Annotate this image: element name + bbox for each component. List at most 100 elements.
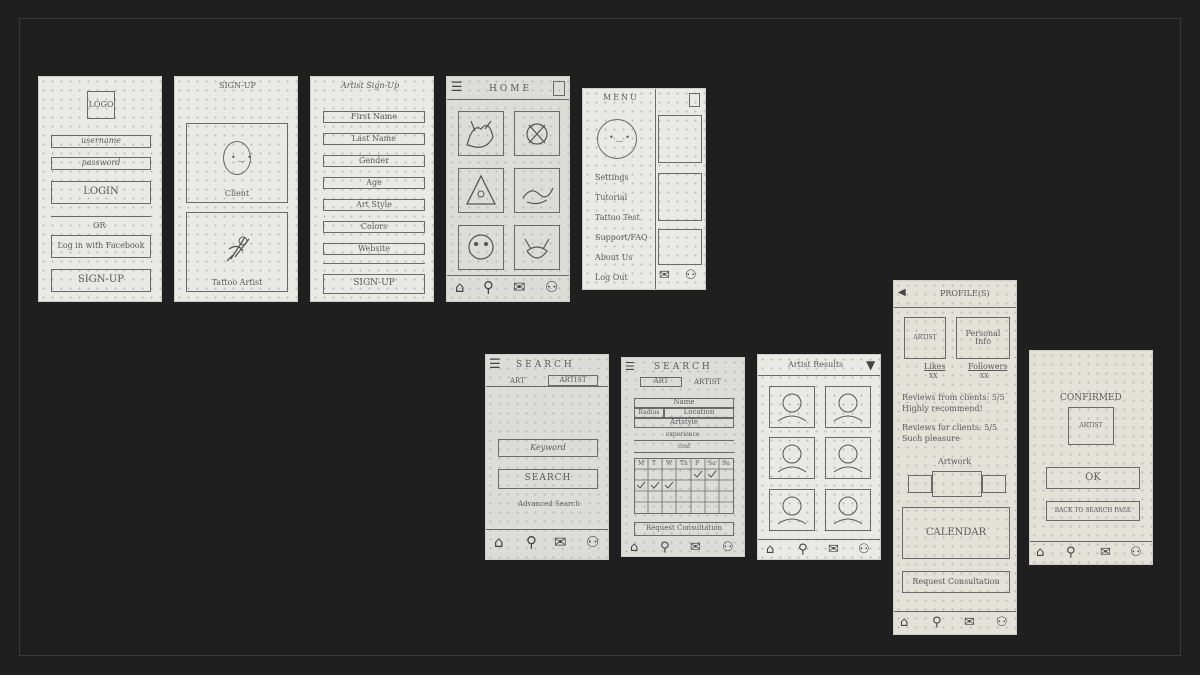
followers-label[interactable]: Followers xyxy=(968,362,1007,371)
mail-icon[interactable]: ✉ xyxy=(828,543,839,556)
artwork-carousel[interactable] xyxy=(932,471,982,497)
day-su: Su xyxy=(722,460,730,467)
menu-screen: MENU • ‿ • Settings Tutorial Tattoo Test… xyxy=(582,88,706,290)
back-to-search-button[interactable]: BACK TO SEARCH PAGE xyxy=(1046,501,1140,521)
tab-artist[interactable]: ARTIST xyxy=(694,378,721,386)
advanced-search-link[interactable]: Advanced Search xyxy=(518,500,580,508)
mail-icon[interactable]: ✉ xyxy=(690,541,701,554)
request-consultation-button[interactable]: Request Consultation xyxy=(634,522,734,536)
signup-submit-button[interactable]: SIGN-UP xyxy=(323,274,425,294)
gender-field[interactable]: Gender xyxy=(323,155,425,167)
mail-icon[interactable]: ✉ xyxy=(964,616,975,629)
art-tile[interactable] xyxy=(514,111,560,156)
name-field[interactable]: Name xyxy=(634,398,734,408)
home-icon[interactable]: ⌂ xyxy=(494,535,504,550)
art-tile[interactable] xyxy=(458,225,504,270)
likes-count: XX xyxy=(929,373,938,380)
artist-card[interactable] xyxy=(825,489,871,531)
likes-label[interactable]: Likes xyxy=(924,362,946,371)
art-tile[interactable] xyxy=(658,115,702,163)
website-field[interactable]: Website xyxy=(323,243,425,255)
profile-icon[interactable]: ⚇ xyxy=(996,616,1008,629)
menu-item-settings[interactable]: Settings xyxy=(595,173,629,182)
menu-icon[interactable]: ☰ xyxy=(451,81,463,94)
menu-item-tattoo-test[interactable]: Tattoo Test xyxy=(595,213,640,222)
facebook-login-button[interactable]: Log in with Facebook xyxy=(51,235,151,258)
mail-icon[interactable]: ✉ xyxy=(554,535,567,550)
signup-button[interactable]: SIGN-UP xyxy=(51,269,151,292)
profile-icon[interactable]: ⚇ xyxy=(858,543,870,556)
tab-artist[interactable]: ARTIST xyxy=(548,375,598,386)
home-icon[interactable]: ⌂ xyxy=(1036,546,1044,559)
home-icon[interactable]: ⌂ xyxy=(766,543,774,556)
menu-item-tutorial[interactable]: Tutorial xyxy=(595,193,627,202)
profile-icon[interactable]: ⚇ xyxy=(586,535,599,550)
art-style-field[interactable]: Art Style xyxy=(323,199,425,211)
last-name-field[interactable]: Last Name xyxy=(323,133,425,145)
artist-avatar[interactable]: ARTIST xyxy=(904,317,946,359)
filter-icon[interactable]: ▼ xyxy=(866,359,875,371)
cost-slider[interactable] xyxy=(634,452,734,453)
artstyle-field[interactable]: Artstyle xyxy=(634,418,734,428)
notebook-icon[interactable] xyxy=(689,93,700,107)
profile-icon[interactable]: ⚇ xyxy=(722,541,734,554)
mail-icon[interactable]: ✉ xyxy=(1100,546,1111,559)
menu-icon[interactable]: ☰ xyxy=(625,361,635,372)
artist-card[interactable] xyxy=(769,489,815,531)
home-screen: ☰ HOME ⌂ ⚲ ✉ ⚇ xyxy=(446,76,570,302)
art-tile[interactable] xyxy=(458,111,504,156)
keyword-input[interactable]: Keyword xyxy=(498,439,598,457)
art-tile[interactable] xyxy=(458,168,504,213)
art-tile[interactable] xyxy=(658,173,702,221)
request-consultation-button[interactable]: Request Consultation xyxy=(902,571,1010,593)
profile-icon[interactable]: ⚇ xyxy=(685,269,697,282)
profile-icon[interactable]: ⚇ xyxy=(1130,546,1142,559)
artist-card[interactable] xyxy=(769,386,815,428)
mail-icon[interactable]: ✉ xyxy=(513,280,526,295)
menu-item-support[interactable]: Support/FAQ xyxy=(595,233,648,242)
back-arrow-icon[interactable]: ◀ xyxy=(898,288,906,298)
artist-card[interactable] xyxy=(825,437,871,479)
day-t: T xyxy=(652,460,657,467)
artwork-carousel-next[interactable] xyxy=(982,475,1006,493)
location-field[interactable]: Location xyxy=(664,408,734,418)
password-field[interactable]: password xyxy=(51,157,151,170)
menu-item-logout[interactable]: Log Out xyxy=(595,273,628,282)
experience-slider[interactable] xyxy=(634,440,734,441)
first-name-field[interactable]: First Name xyxy=(323,111,425,123)
radius-field[interactable]: Radius xyxy=(634,408,664,418)
search-icon[interactable]: ⚲ xyxy=(526,535,537,550)
menu-icon[interactable]: ☰ xyxy=(489,358,501,371)
age-field[interactable]: Age xyxy=(323,177,425,189)
ok-button[interactable]: OK xyxy=(1046,467,1140,489)
artist-card[interactable] xyxy=(769,437,815,479)
search-icon[interactable]: ⚲ xyxy=(483,280,494,295)
calendar-button[interactable]: CALENDAR xyxy=(902,507,1010,559)
art-tile[interactable] xyxy=(658,229,702,265)
profile-icon[interactable]: ⚇ xyxy=(545,280,558,295)
menu-item-about[interactable]: About Us xyxy=(595,253,632,262)
artwork-carousel-prev[interactable] xyxy=(908,475,932,493)
search-icon[interactable]: ⚲ xyxy=(932,616,942,629)
colors-field[interactable]: Colors xyxy=(323,221,425,233)
home-icon[interactable]: ⌂ xyxy=(900,616,908,629)
notebook-icon[interactable] xyxy=(553,81,565,96)
search-icon[interactable]: ⚲ xyxy=(1066,546,1076,559)
mail-icon[interactable]: ✉ xyxy=(659,269,670,282)
search-button[interactable]: SEARCH xyxy=(498,469,598,489)
art-tile[interactable] xyxy=(514,168,560,213)
home-icon[interactable]: ⌂ xyxy=(630,541,638,554)
login-button[interactable]: LOGIN xyxy=(51,181,151,204)
tabbar-divider xyxy=(758,539,880,540)
avatar-face: • ‿ • xyxy=(609,133,630,142)
search-icon[interactable]: ⚲ xyxy=(660,541,670,554)
username-field[interactable]: username xyxy=(51,135,151,148)
home-icon[interactable]: ⌂ xyxy=(455,280,465,295)
art-tile[interactable] xyxy=(514,225,560,270)
tab-art[interactable]: ART xyxy=(640,377,682,387)
page-title: HOME xyxy=(489,84,533,94)
page-title: PROFILE(S) xyxy=(940,289,990,298)
search-icon[interactable]: ⚲ xyxy=(798,543,808,556)
artist-card[interactable] xyxy=(825,386,871,428)
tab-art[interactable]: ART xyxy=(510,377,525,385)
